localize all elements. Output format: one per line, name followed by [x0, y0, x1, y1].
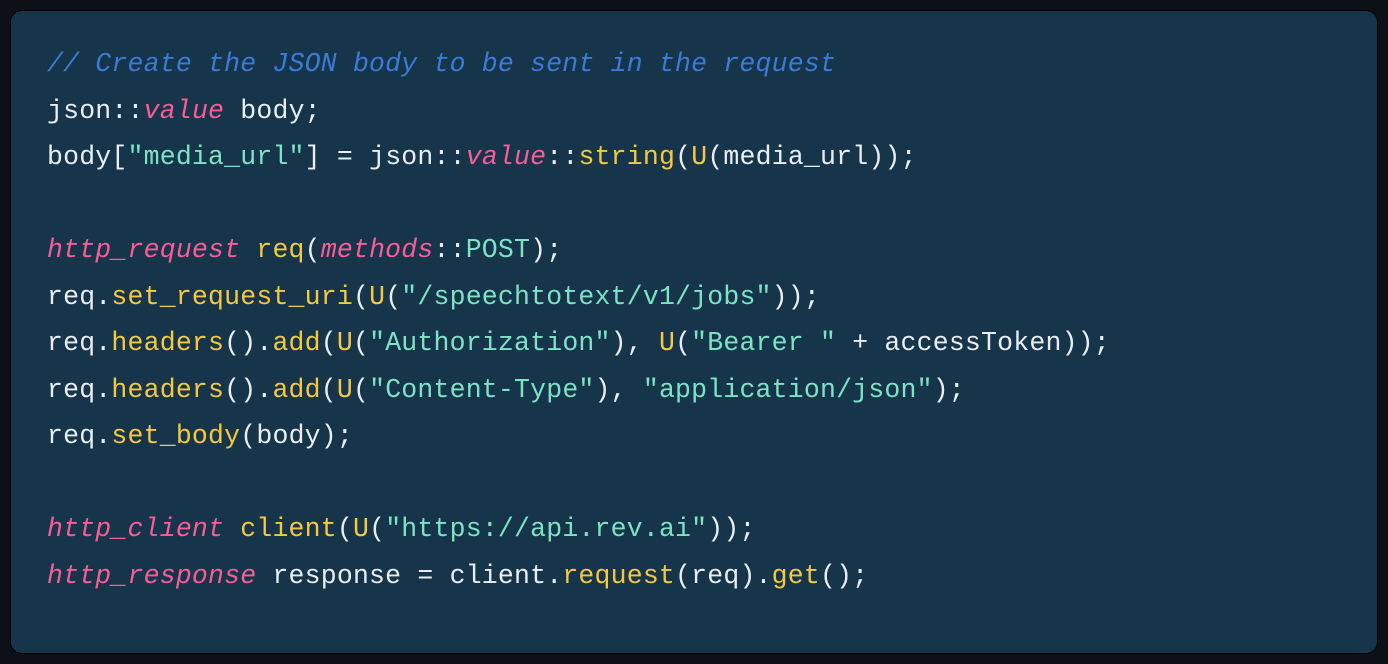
punct: ().: [224, 375, 272, 405]
paren: );: [933, 375, 965, 405]
macro: U: [353, 514, 369, 544]
string-key: "media_url": [128, 142, 305, 172]
punct: (req).: [675, 561, 772, 591]
string: "Authorization": [369, 328, 611, 358]
paren: (: [707, 142, 723, 172]
type: http_response: [47, 561, 256, 591]
space: [240, 235, 256, 265]
func: set_request_uri: [111, 282, 353, 312]
paren: ();: [820, 561, 868, 591]
namespace: json: [369, 142, 433, 172]
paren: ): [868, 142, 884, 172]
type: value: [466, 142, 547, 172]
var: accessToken: [884, 328, 1061, 358]
paren: ): [772, 282, 788, 312]
type: value: [144, 96, 225, 126]
paren: (: [337, 514, 353, 544]
macro: U: [337, 328, 353, 358]
arg: media_url: [723, 142, 868, 172]
paren: );: [884, 142, 916, 172]
func: string: [578, 142, 675, 172]
code-line-7: req.headers().add(U("Authorization"), U(…: [47, 320, 1341, 367]
obj: req.: [47, 421, 111, 451]
bracket-close: ]: [305, 142, 337, 172]
paren: ): [707, 514, 723, 544]
scope-op: ::: [546, 142, 578, 172]
code-line-12: http_response response = client.request(…: [47, 553, 1341, 600]
paren: );: [530, 235, 562, 265]
space: [224, 514, 240, 544]
assign-op: =: [337, 142, 353, 172]
func: add: [272, 375, 320, 405]
code-line-2: json::value body;: [47, 88, 1341, 135]
scope-op: ::: [434, 142, 466, 172]
code-line-9: req.set_body(body);: [47, 413, 1341, 460]
arg: body: [256, 421, 320, 451]
obj: req.: [47, 282, 111, 312]
paren: ): [1062, 328, 1078, 358]
macro: U: [691, 142, 707, 172]
code-block: // Create the JSON body to be sent in th…: [10, 10, 1378, 654]
paren: (: [353, 328, 369, 358]
code-line-8: req.headers().add(U("Content-Type"), "ap…: [47, 367, 1341, 414]
type: http_request: [47, 235, 240, 265]
paren: (: [353, 282, 369, 312]
func: add: [272, 328, 320, 358]
space: [353, 142, 369, 172]
code-line-blank-1: [47, 181, 1341, 228]
paren: (: [385, 282, 401, 312]
const: POST: [466, 235, 530, 265]
plus-op: +: [836, 328, 884, 358]
paren: (: [675, 142, 691, 172]
func: set_body: [111, 421, 240, 451]
func: headers: [111, 328, 224, 358]
paren: (: [353, 375, 369, 405]
obj: req.: [47, 375, 111, 405]
code-line-6: req.set_request_uri(U("/speechtotext/v1/…: [47, 274, 1341, 321]
paren: );: [1078, 328, 1110, 358]
obj: client.: [433, 561, 562, 591]
obj: body[: [47, 142, 128, 172]
string: "/speechtotext/v1/jobs": [401, 282, 771, 312]
type: methods: [321, 235, 434, 265]
obj: req.: [47, 328, 111, 358]
punct: ().: [224, 328, 272, 358]
paren: (: [369, 514, 385, 544]
paren: (: [240, 421, 256, 451]
string: "Bearer ": [691, 328, 836, 358]
paren: );: [788, 282, 820, 312]
code-line-5: http_request req(methods::POST);: [47, 227, 1341, 274]
macro: U: [337, 375, 353, 405]
var-decl: body;: [224, 96, 321, 126]
string: "application/json": [643, 375, 933, 405]
paren: (: [305, 235, 321, 265]
macro: U: [369, 282, 385, 312]
ctor: client: [240, 514, 337, 544]
assign-op: =: [417, 561, 433, 591]
func: get: [772, 561, 820, 591]
func: request: [562, 561, 675, 591]
string: "Content-Type": [369, 375, 594, 405]
paren: );: [723, 514, 755, 544]
namespace: json: [47, 96, 111, 126]
code-line-1: // Create the JSON body to be sent in th…: [47, 41, 1341, 88]
scope-op: ::: [111, 96, 143, 126]
macro: U: [659, 328, 675, 358]
code-line-blank-2: [47, 460, 1341, 507]
scope-op: ::: [433, 235, 465, 265]
string: "https://api.rev.ai": [385, 514, 707, 544]
var: response: [256, 561, 417, 591]
paren: (: [321, 375, 337, 405]
ctor: req: [256, 235, 304, 265]
paren: );: [321, 421, 353, 451]
type: http_client: [47, 514, 224, 544]
code-line-11: http_client client(U("https://api.rev.ai…: [47, 506, 1341, 553]
punct: ),: [595, 375, 643, 405]
comment: // Create the JSON body to be sent in th…: [47, 49, 836, 79]
paren: (: [675, 328, 691, 358]
func: headers: [111, 375, 224, 405]
code-line-3: body["media_url"] = json::value::string(…: [47, 134, 1341, 181]
punct: ),: [611, 328, 659, 358]
paren: (: [321, 328, 337, 358]
